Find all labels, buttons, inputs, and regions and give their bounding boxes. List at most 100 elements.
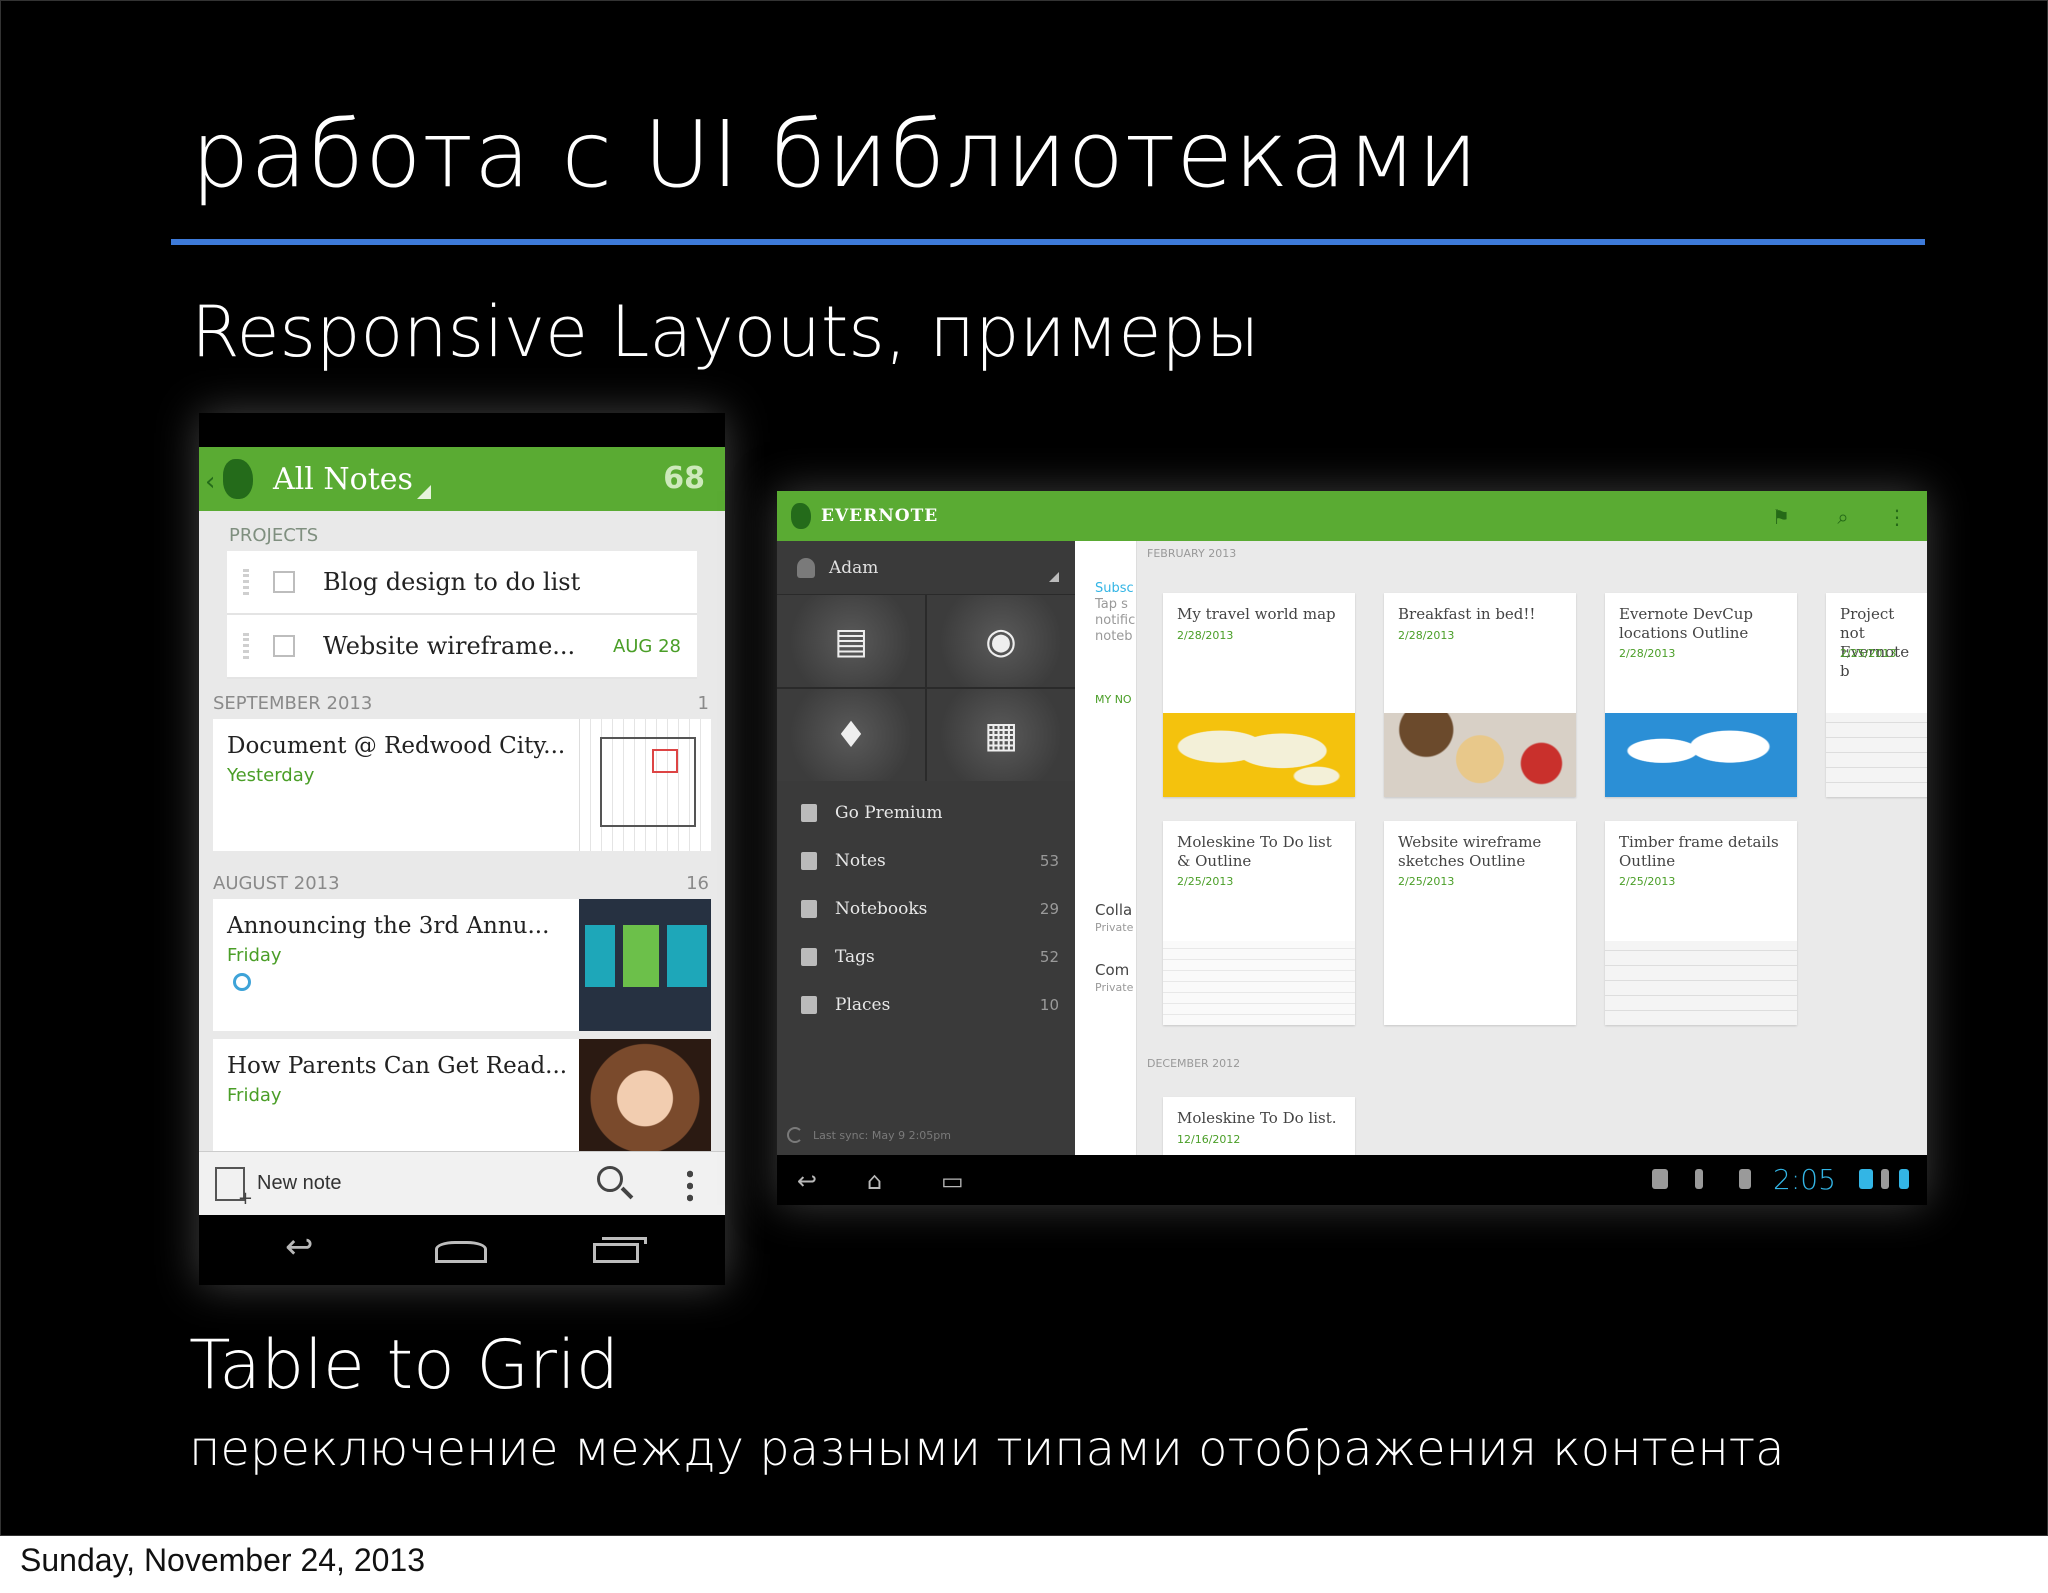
note-date: 2/28/2013 — [1177, 629, 1234, 642]
drag-handle-icon[interactable] — [243, 633, 249, 659]
drawer-item-notes[interactable]: Notes 53 — [777, 837, 1075, 885]
home-icon[interactable]: ⌂ — [867, 1167, 882, 1195]
video-icon[interactable]: ▦ — [927, 689, 1075, 781]
projects-label: PROJECTS — [229, 525, 319, 546]
account-switcher[interactable]: Adam — [777, 541, 1075, 595]
note-row[interactable]: Announcing the 3rd Annu... Friday — [213, 899, 711, 1031]
all-notes-title[interactable]: All Notes — [273, 462, 413, 497]
slide-title: работа с UI библиотеками — [191, 101, 1479, 208]
note-title: Document @ Redwood City... — [227, 733, 566, 759]
note-date: 2/28/2013 — [1619, 647, 1676, 660]
note-card[interactable]: Breakfast in bed!! 2/28/2013 — [1384, 593, 1576, 797]
sd-card-icon — [1739, 1169, 1751, 1189]
drawer-item-count: 52 — [1039, 948, 1059, 966]
note-card[interactable]: Timber frame details Outline 2/25/2013 — [1605, 821, 1797, 1025]
clock: 2:05 — [1773, 1163, 1836, 1196]
tablet-action-bar: EVERNOTE ⚑ ⌕ ⋮ — [777, 491, 1927, 541]
usb-icon — [1695, 1169, 1703, 1189]
tablet-nav-bar: ↩ ⌂ ▭ 2:05 — [777, 1155, 1927, 1205]
note-date: 2/25/2013 — [1177, 875, 1234, 888]
section-count: 16 — [686, 873, 709, 894]
back-icon[interactable]: ↩ — [797, 1167, 817, 1195]
checkbox[interactable] — [273, 571, 295, 593]
note-title: Website wireframe sketches Outline — [1398, 833, 1542, 870]
dropdown-caret-icon[interactable] — [416, 485, 431, 499]
tag-icon — [801, 948, 817, 966]
battery-icon — [1899, 1169, 1909, 1189]
overflow-menu-icon[interactable] — [687, 1168, 693, 1202]
project-row[interactable]: Blog design to do list — [227, 551, 697, 615]
note-card[interactable]: Project not Evernote b 2/25/2013 — [1826, 593, 1927, 797]
checkbox[interactable] — [273, 635, 295, 657]
flag-icon[interactable]: ⚑ — [1771, 507, 1791, 527]
list-fragment: Private — [1095, 921, 1134, 934]
phone-screenshot: ‹ All Notes 68 PROJECTS Blog design to d… — [199, 413, 725, 1285]
note-title: My travel world map — [1177, 605, 1336, 623]
month-header: FEBRUARY 2013 — [1147, 547, 1237, 560]
evernote-logo-icon[interactable] — [223, 459, 253, 499]
sync-text: Last sync: May 9 2:05pm — [813, 1128, 952, 1142]
note-card[interactable]: Moleskine To Do list & Outline 2/25/2013 — [1163, 821, 1355, 1025]
section-header: AUGUST 2013 16 — [199, 859, 725, 899]
drag-handle-icon[interactable] — [243, 569, 249, 595]
new-note-icon[interactable] — [215, 1166, 253, 1209]
list-fragment: noteb — [1095, 629, 1133, 644]
bluetooth-icon — [1881, 1169, 1889, 1189]
drawer-item-count: 53 — [1039, 852, 1059, 870]
note-row[interactable]: How Parents Can Get Read... Friday — [213, 1039, 711, 1151]
phone-bottom-bar: New note — [199, 1151, 725, 1215]
month-header: DECEMBER 2012 — [1147, 1057, 1241, 1070]
note-card[interactable]: Moleskine To Do list. 12/16/2012 — [1163, 1097, 1355, 1155]
note-card[interactable]: Website wireframe sketches Outline 2/25/… — [1384, 821, 1576, 1025]
sketch-image — [1605, 941, 1797, 1025]
alarm-icon — [233, 973, 251, 991]
section-count: 1 — [697, 693, 709, 714]
note-date: 2/25/2013 — [1619, 875, 1676, 888]
note-title: Project not Evernote b — [1840, 605, 1910, 680]
drawer-item-go-premium[interactable]: Go Premium — [777, 789, 1075, 837]
projects-card: Blog design to do list Website wireframe… — [227, 551, 697, 679]
sync-status: Last sync: May 9 2:05pm — [787, 1127, 951, 1143]
recent-apps-icon[interactable]: ▭ — [941, 1167, 964, 1195]
evernote-logo-icon[interactable] — [791, 503, 811, 529]
camera-icon[interactable]: ◉ — [927, 595, 1075, 687]
note-date: 2/28/2013 — [1398, 629, 1455, 642]
note-card[interactable]: Evernote DevCup locations Outline 2/28/2… — [1605, 593, 1797, 797]
new-note-icon[interactable]: ▤ — [777, 595, 925, 687]
home-icon[interactable] — [435, 1241, 487, 1263]
drawer-item-tags[interactable]: Tags 52 — [777, 933, 1075, 981]
notes-icon — [801, 852, 817, 870]
notes-grid: FEBRUARY 2013 My travel world map 2/28/2… — [1137, 541, 1927, 1155]
note-date: 2/25/2013 — [1398, 875, 1455, 888]
quick-actions: ▤ ◉ ♦ ▦ — [777, 595, 1075, 781]
slide: работа с UI библиотеками Responsive Layo… — [0, 0, 2048, 1536]
section-heading: Table to Grid — [189, 1326, 620, 1405]
back-caret-icon[interactable]: ‹ — [205, 467, 215, 497]
back-icon[interactable]: ↩ — [285, 1227, 314, 1267]
wifi-icon — [1859, 1169, 1873, 1189]
drawer-item-label: Notes — [835, 851, 886, 871]
drawer-item-notebooks[interactable]: Notebooks 29 — [777, 885, 1075, 933]
section-header: SEPTEMBER 2013 1 — [199, 679, 725, 719]
note-title: Announcing the 3rd Annu... — [227, 913, 550, 939]
note-date: Friday — [227, 1085, 282, 1106]
overflow-menu-icon[interactable]: ⋮ — [1887, 507, 1907, 527]
search-icon[interactable]: ⌕ — [1833, 507, 1853, 527]
breakfast-image — [1384, 713, 1576, 797]
microphone-icon[interactable]: ♦ — [777, 689, 925, 781]
sketch-image — [1163, 941, 1355, 1025]
drawer-item-places[interactable]: Places 10 — [777, 981, 1075, 1029]
phone-nav-bar: ↩ — [199, 1215, 725, 1285]
title-underline — [171, 239, 1925, 245]
project-row[interactable]: Website wireframe... AUG 28 — [227, 615, 697, 679]
note-row[interactable]: Document @ Redwood City... Yesterday — [213, 719, 711, 851]
world-map-image — [1163, 713, 1355, 797]
search-icon[interactable] — [597, 1166, 623, 1192]
recent-apps-icon[interactable] — [593, 1237, 647, 1263]
new-note-button[interactable]: New note — [257, 1172, 342, 1195]
sync-icon[interactable] — [787, 1127, 803, 1143]
drawer-item-label: Notebooks — [835, 899, 928, 919]
note-card[interactable]: My travel world map 2/28/2013 — [1163, 593, 1355, 797]
note-date: 2/25/2013 — [1840, 647, 1897, 660]
note-date: Yesterday — [227, 765, 315, 786]
